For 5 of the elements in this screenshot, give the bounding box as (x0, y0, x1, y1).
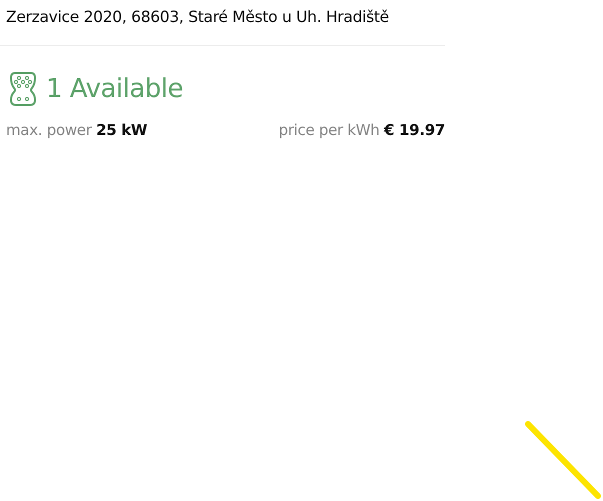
charging-connector-icon (10, 71, 36, 107)
availability-status: 1 Available (46, 74, 183, 104)
spec-text: price per kWh € 19.97 (278, 121, 445, 139)
address-text: Zerzavice 2020, 68603, Staré Město u Uh. Hradiště (5, 7, 390, 28)
spec-text: max. power 25 kW (6, 121, 148, 139)
